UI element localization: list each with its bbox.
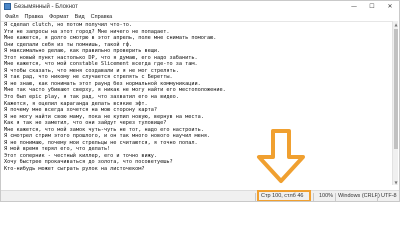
notepad-app-icon [4, 3, 11, 10]
scroll-down-arrow-icon[interactable]: ▼ [393, 179, 399, 185]
menu-format[interactable]: Формат [49, 14, 69, 20]
vertical-scrollbar[interactable]: ▲ ▼ [392, 21, 398, 185]
menu-bar: Файл Правка Формат Вид Справка [1, 12, 399, 21]
menu-file[interactable]: Файл [5, 14, 19, 20]
encoding: UTF-8 [381, 193, 397, 199]
window-title: Безымянный - Блокнот [14, 3, 78, 10]
menu-help[interactable]: Справка [91, 14, 113, 20]
zoom-level: 100% [319, 193, 334, 199]
status-divider [335, 193, 336, 201]
line-ending: Windows (CRLF) [338, 193, 380, 199]
window-controls: — ☐ ✕ [345, 1, 399, 12]
scrollbar-thumb[interactable] [394, 29, 398, 149]
scroll-up-arrow-icon[interactable]: ▲ [393, 21, 399, 27]
status-divider [255, 193, 256, 201]
highlight-box [257, 190, 311, 201]
title-bar[interactable]: Безымянный - Блокнот — ☐ ✕ [1, 1, 399, 12]
minimize-button[interactable]: — [345, 1, 363, 12]
text-line: Кто-нибудь может сыграть рулок на листоч… [4, 166, 145, 173]
menu-view[interactable]: Вид [75, 14, 85, 20]
status-bar: Стр 100, стлб 46 100% Windows (CRLF) UTF… [1, 190, 399, 201]
status-divider [377, 193, 378, 201]
maximize-button[interactable]: ☐ [363, 1, 381, 12]
notepad-window: Безымянный - Блокнот — ☐ ✕ Файл Правка Ф… [0, 0, 400, 202]
status-divider [313, 193, 314, 201]
close-button[interactable]: ✕ [381, 1, 399, 12]
menu-edit[interactable]: Правка [25, 14, 44, 20]
text-editor-area[interactable]: Я сделал clutch, но потом получил что-то… [1, 21, 393, 185]
down-arrow-icon [257, 129, 305, 183]
